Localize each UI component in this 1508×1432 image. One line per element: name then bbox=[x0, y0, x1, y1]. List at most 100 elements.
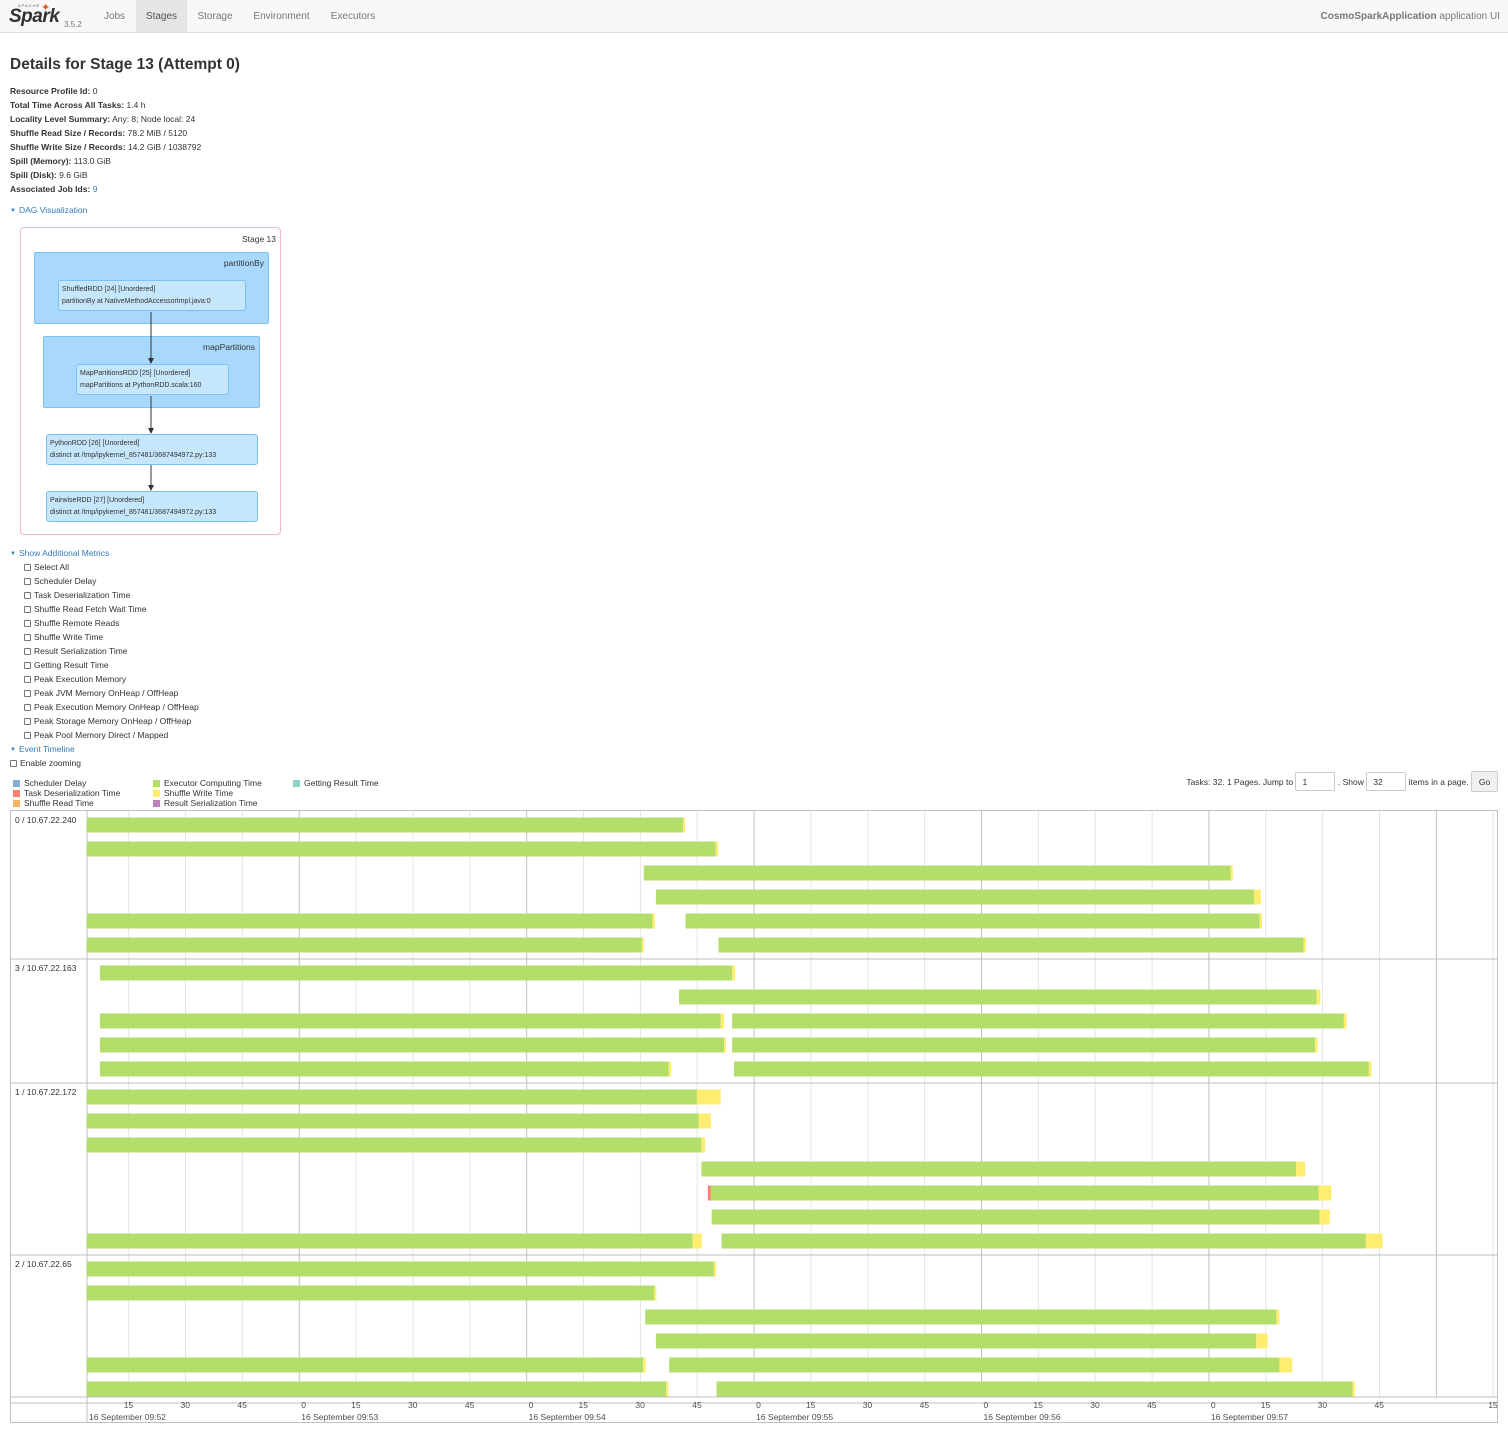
application-name: CosmoSparkApplication application UI bbox=[1320, 0, 1500, 33]
task-shuffle-write-segment bbox=[1256, 1333, 1268, 1349]
summary-value: 9.6 GiB bbox=[59, 170, 88, 180]
task-compute-bar bbox=[87, 913, 653, 929]
major-tick-label: 0 bbox=[1211, 1400, 1216, 1410]
major-tick-label: 0 bbox=[529, 1400, 534, 1410]
task-compute-bar bbox=[711, 1209, 1320, 1225]
metric-shuffle-read-fetch-wait-time[interactable]: Shuffle Read Fetch Wait Time bbox=[24, 602, 199, 616]
metric-peak-execution-memory-onheap[interactable]: Peak Execution Memory OnHeap / OffHeap bbox=[24, 700, 199, 714]
tab-jobs[interactable]: Jobs bbox=[96, 0, 133, 32]
checkbox[interactable] bbox=[24, 732, 31, 739]
enable-zooming-label: Enable zooming bbox=[20, 758, 81, 768]
checkbox[interactable] bbox=[24, 704, 31, 711]
task-compute-bar bbox=[669, 1357, 1280, 1373]
app-title: CosmoSparkApplication bbox=[1320, 11, 1437, 22]
metric-shuffle-write-time[interactable]: Shuffle Write Time bbox=[24, 630, 199, 644]
legend-swatch bbox=[153, 780, 160, 787]
spark-logo[interactable]: APACHE Spark ✦ 3.5.2 bbox=[8, 2, 96, 32]
task-shuffle-write-segment bbox=[1343, 1013, 1347, 1029]
executor-group-label: 1 / 10.67.22.172 bbox=[15, 1087, 77, 1097]
checkbox[interactable] bbox=[24, 676, 31, 683]
summary-label: Total Time Across All Tasks: bbox=[10, 100, 125, 110]
summary-label: Resource Profile Id: bbox=[10, 86, 91, 96]
checkbox[interactable] bbox=[24, 718, 31, 725]
caret-down-icon: ▼ bbox=[10, 747, 16, 753]
task-compute-bar bbox=[655, 1333, 1257, 1349]
event-timeline-toggle[interactable]: ▼ Event Timeline bbox=[10, 744, 75, 754]
task-compute-bar bbox=[87, 1357, 644, 1373]
task-compute-bar bbox=[99, 965, 733, 981]
summary-value: 78.2 MiB / 5120 bbox=[127, 128, 188, 138]
metric-task-deserialization-time[interactable]: Task Deserialization Time bbox=[24, 588, 199, 602]
checkbox[interactable] bbox=[24, 620, 31, 627]
task-shuffle-write-segment bbox=[652, 913, 655, 929]
date-label: 16 September 09:57 bbox=[1211, 1412, 1288, 1422]
checkbox[interactable] bbox=[24, 564, 31, 571]
go-button[interactable]: Go bbox=[1471, 771, 1498, 792]
event-timeline-chart[interactable]: 0 / 10.67.22.240 3 / 10.67.22.163 1 / 10.6… bbox=[10, 810, 1498, 1423]
legend-swatch bbox=[153, 790, 160, 797]
task-shuffle-write-segment bbox=[683, 817, 686, 833]
metric-result-serialization-time[interactable]: Result Serialization Time bbox=[24, 644, 199, 658]
metric-peak-jvm-memory[interactable]: Peak JVM Memory OnHeap / OffHeap bbox=[24, 686, 199, 700]
task-shuffle-write-segment bbox=[692, 1233, 702, 1249]
major-tick-label: 0 bbox=[756, 1400, 761, 1410]
dag-edges bbox=[148, 312, 154, 491]
job-id-link[interactable]: 9 bbox=[93, 184, 98, 194]
jump-to-page-input[interactable]: 1 bbox=[1295, 772, 1336, 791]
metrics-toggle-label: Show Additional Metrics bbox=[18, 548, 110, 558]
tab-executors[interactable]: Executors bbox=[322, 0, 384, 32]
task-compute-bar bbox=[732, 1037, 1316, 1053]
task-shuffle-write-segment bbox=[701, 1137, 706, 1153]
date-label: 16 September 09:54 bbox=[529, 1412, 606, 1422]
legend-item: Task Deserialization Time bbox=[13, 788, 120, 798]
task-shuffle-write-segment bbox=[1352, 1381, 1355, 1397]
checkbox[interactable] bbox=[24, 578, 31, 585]
task-compute-bar bbox=[87, 1381, 667, 1397]
metric-scheduler-delay[interactable]: Scheduler Delay bbox=[24, 574, 199, 588]
task-compute-bar bbox=[87, 817, 684, 833]
task-compute-bar bbox=[99, 1037, 725, 1053]
metric-label: Task Deserialization Time bbox=[34, 590, 131, 600]
checkbox[interactable] bbox=[24, 634, 31, 641]
task-shuffle-write-segment bbox=[1365, 1233, 1383, 1249]
date-label: 16 September 09:53 bbox=[301, 1412, 378, 1422]
minor-tick-label: 45 bbox=[1147, 1400, 1157, 1410]
checkbox[interactable] bbox=[24, 648, 31, 655]
tab-storage[interactable]: Storage bbox=[189, 0, 241, 32]
enable-zooming-option[interactable]: Enable zooming bbox=[10, 758, 81, 768]
metric-peak-storage-memory[interactable]: Peak Storage Memory OnHeap / OffHeap bbox=[24, 714, 199, 728]
caret-down-icon: ▼ bbox=[10, 551, 16, 557]
minor-tick-label: 15 bbox=[806, 1400, 816, 1410]
task-compute-bar bbox=[721, 1233, 1366, 1249]
metric-shuffle-remote-reads[interactable]: Shuffle Remote Reads bbox=[24, 616, 199, 630]
metric-peak-pool-memory[interactable]: Peak Pool Memory Direct / Mapped bbox=[24, 728, 199, 742]
checkbox[interactable] bbox=[10, 760, 17, 767]
checkbox[interactable] bbox=[24, 690, 31, 697]
metrics-checkbox-list: Select All Scheduler Delay Task Deserial… bbox=[24, 560, 199, 742]
task-compute-bar bbox=[87, 1137, 702, 1153]
tab-environment[interactable]: Environment bbox=[245, 0, 318, 32]
summary-total-time: Total Time Across All Tasks: 1.4 h bbox=[10, 98, 201, 112]
additional-metrics-toggle[interactable]: ▼ Show Additional Metrics bbox=[10, 548, 109, 558]
summary-label: Locality Level Summary: bbox=[10, 114, 111, 124]
items-per-page-input[interactable]: 32 bbox=[1366, 772, 1407, 791]
dag-visualization-toggle[interactable]: ▼ DAG Visualization bbox=[10, 205, 87, 215]
task-shuffle-write-segment bbox=[715, 841, 719, 857]
minor-tick-label: 45 bbox=[692, 1400, 702, 1410]
metric-label: Shuffle Remote Reads bbox=[34, 618, 120, 628]
tab-stages[interactable]: Stages bbox=[136, 0, 187, 32]
legend-label: Shuffle Read Time bbox=[24, 798, 94, 808]
metric-getting-result-time[interactable]: Getting Result Time bbox=[24, 658, 199, 672]
task-shuffle-write-segment bbox=[666, 1381, 669, 1397]
checkbox[interactable] bbox=[24, 606, 31, 613]
event-timeline-label: Event Timeline bbox=[18, 744, 75, 754]
legend-item: Scheduler Delay bbox=[13, 778, 120, 788]
metric-peak-execution-memory[interactable]: Peak Execution Memory bbox=[24, 672, 199, 686]
dag-stage-box: Stage 13 partitionBy ShuffledRDD [24] [U… bbox=[20, 227, 281, 535]
task-shuffle-write-segment bbox=[1319, 1209, 1330, 1225]
checkbox[interactable] bbox=[24, 592, 31, 599]
task-shuffle-write-segment bbox=[641, 937, 644, 953]
spark-version: 3.5.2 bbox=[64, 20, 82, 29]
metric-select-all[interactable]: Select All bbox=[24, 560, 199, 574]
checkbox[interactable] bbox=[24, 662, 31, 669]
